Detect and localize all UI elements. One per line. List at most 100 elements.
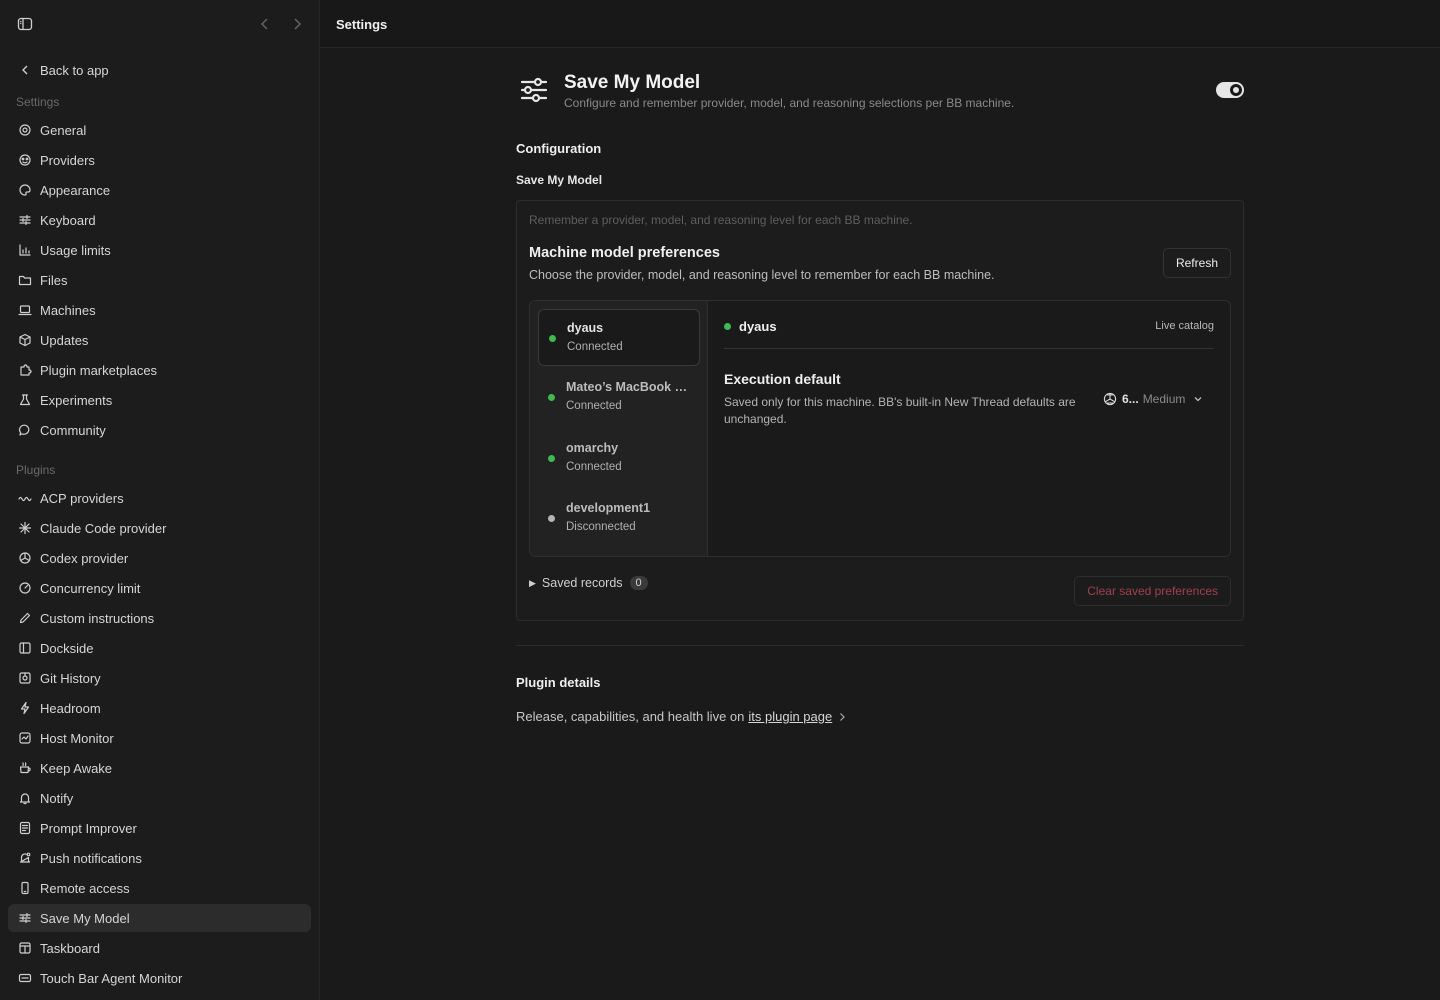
sidebar-item-label: General bbox=[40, 122, 87, 138]
sidebar-item-host-monitor[interactable]: Host Monitor bbox=[8, 724, 311, 752]
plugin-details-heading: Plugin details bbox=[516, 675, 601, 690]
machine-name: development1 bbox=[566, 501, 651, 515]
sidebar-item-providers[interactable]: Providers bbox=[8, 146, 311, 174]
sidebar-item-label: Claude Code provider bbox=[40, 520, 167, 536]
machine-name: omarchy bbox=[566, 441, 619, 455]
sliders-icon bbox=[18, 911, 32, 925]
machine-list-item[interactable]: dyaus Connected bbox=[538, 309, 700, 366]
sidebar-item-label: Dockside bbox=[40, 640, 94, 656]
sidebar-item-updates[interactable]: Updates bbox=[8, 326, 311, 354]
sidebar-item-prompt-improver[interactable]: Prompt Improver bbox=[8, 814, 311, 842]
chevron-down-icon bbox=[1194, 397, 1202, 402]
sidebar-item-dockside[interactable]: Dockside bbox=[8, 634, 311, 662]
sidebar-item-plugin-marketplaces[interactable]: Plugin marketplaces bbox=[8, 356, 311, 384]
sidebar-item-concurrency-limit[interactable]: Concurrency limit bbox=[8, 574, 311, 602]
sidebar-item-machines[interactable]: Machines bbox=[8, 296, 311, 324]
sidebar-item-claude-code-provider[interactable]: Claude Code provider bbox=[8, 514, 311, 542]
live-catalog-label: Live catalog bbox=[1155, 320, 1214, 332]
sidebar-item-remote-access[interactable]: Remote access bbox=[8, 874, 311, 902]
sidebar-item-custom-instructions[interactable]: Custom instructions bbox=[8, 604, 311, 632]
machine-status: Connected bbox=[566, 400, 622, 412]
plugin-page-link[interactable]: its plugin page bbox=[748, 709, 832, 724]
sidebar-item-notify[interactable]: Notify bbox=[8, 784, 311, 812]
section-divider bbox=[516, 645, 1244, 646]
card-hint: Remember a provider, model, and reasonin… bbox=[529, 213, 913, 227]
card-title: Machine model preferences bbox=[529, 245, 720, 261]
execution-default-title: Execution default bbox=[724, 371, 841, 387]
configuration-heading: Configuration bbox=[516, 141, 602, 156]
sidebar-item-push-notifications[interactable]: Push notifications bbox=[8, 844, 311, 872]
sidebar-item-label: Usage limits bbox=[40, 242, 111, 258]
sidebar-item-touch-bar-agent-monitor[interactable]: Touch Bar Agent Monitor bbox=[8, 964, 311, 992]
plugin-details-description: Release, capabilities, and health live o… bbox=[516, 709, 745, 724]
sidebar-item-label: Headroom bbox=[40, 700, 101, 716]
sidebar-item-acp-providers[interactable]: ACP providers bbox=[8, 484, 311, 512]
plugin-enabled-toggle[interactable] bbox=[1216, 82, 1244, 98]
sidebar-item-general[interactable]: General bbox=[8, 116, 311, 144]
sidebar-item-label: Machines bbox=[40, 302, 96, 318]
openai-icon bbox=[18, 551, 32, 565]
sidebar-item-label: Prompt Improver bbox=[40, 820, 137, 836]
sidebar-item-label: Remote access bbox=[40, 880, 130, 896]
sidebar-item-label: Providers bbox=[40, 152, 95, 168]
machine-preferences-card: Remember a provider, model, and reasonin… bbox=[516, 200, 1244, 621]
sidebar-item-codex-provider[interactable]: Codex provider bbox=[8, 544, 311, 572]
sidebar-item-experiments[interactable]: Experiments bbox=[8, 386, 311, 414]
settings-section-heading: Settings bbox=[16, 95, 60, 109]
sidebar-item-label: Files bbox=[40, 272, 68, 288]
main-content: Save My Model Configure and remember pro… bbox=[320, 48, 1440, 1000]
sidebar-item-label: Community bbox=[40, 422, 106, 438]
pen-icon bbox=[18, 611, 32, 625]
model-reasoning-select[interactable]: 6... Medium bbox=[1102, 388, 1214, 410]
top-header: Settings bbox=[320, 0, 1440, 48]
bolt-icon bbox=[18, 701, 32, 715]
machine-status: Connected bbox=[566, 461, 622, 473]
nav-back-icon[interactable] bbox=[258, 16, 272, 32]
sidebar-item-keyboard[interactable]: Keyboard bbox=[8, 206, 311, 234]
sidebar-item-keep-awake[interactable]: Keep Awake bbox=[8, 754, 311, 782]
sidebar-item-headroom[interactable]: Headroom bbox=[8, 694, 311, 722]
machine-list-item[interactable]: Mateo’s MacBook Pro Connected bbox=[538, 369, 700, 426]
laptop-icon bbox=[18, 303, 32, 317]
coffee-icon bbox=[18, 761, 32, 775]
sidebar-item-save-my-model[interactable]: Save My Model bbox=[8, 904, 311, 932]
chevron-right-icon bbox=[840, 712, 846, 721]
sidebar-item-label: Notify bbox=[40, 790, 74, 806]
sidebar-item-usage-limits[interactable]: Usage limits bbox=[8, 236, 311, 264]
sidebar-item-label: Save My Model bbox=[40, 910, 130, 926]
sidebar-item-files[interactable]: Files bbox=[8, 266, 311, 294]
machine-list-item[interactable]: omarchy Connected bbox=[538, 430, 700, 487]
sidebar-item-taskboard[interactable]: Taskboard bbox=[8, 934, 311, 962]
sidebar-item-label: Experiments bbox=[40, 392, 113, 408]
back-to-app-link[interactable]: Back to app bbox=[8, 56, 311, 84]
detail-divider bbox=[724, 348, 1214, 349]
touchbar-icon bbox=[18, 971, 32, 985]
sidebar-item-community[interactable]: Community bbox=[8, 416, 311, 444]
reasoning-label: Medium bbox=[1142, 392, 1186, 406]
sidebar-item-label: Git History bbox=[40, 670, 101, 686]
nav-forward-icon[interactable] bbox=[290, 16, 304, 32]
disclosure-triangle-icon: ▶ bbox=[529, 577, 536, 588]
providers-icon bbox=[18, 153, 32, 167]
sidebar-item-appearance[interactable]: Appearance bbox=[8, 176, 311, 204]
machine-name: dyaus bbox=[567, 321, 604, 335]
clear-saved-preferences-button[interactable]: Clear saved preferences bbox=[1074, 576, 1231, 606]
saved-records-toggle[interactable]: ▶ Saved records 0 bbox=[529, 576, 648, 590]
machines-panel: dyaus Connected Mateo’s MacBook Pro Connect… bbox=[529, 300, 1231, 557]
plugin-header: Save My Model Configure and remember pro… bbox=[516, 72, 1244, 116]
model-label: 6... bbox=[1122, 392, 1139, 406]
machine-status-dot bbox=[548, 515, 555, 522]
chart-icon bbox=[18, 243, 32, 257]
puzzle-icon bbox=[18, 363, 32, 377]
board-icon bbox=[18, 941, 32, 955]
refresh-button[interactable]: Refresh bbox=[1162, 248, 1231, 278]
sidebar-item-label: Touch Bar Agent Monitor bbox=[40, 970, 183, 986]
machine-status-dot bbox=[548, 455, 555, 462]
page-title: Settings bbox=[336, 17, 388, 32]
sidebar-item-label: Custom instructions bbox=[40, 610, 155, 626]
machine-list-item[interactable]: development1 Disconnected bbox=[538, 490, 700, 547]
sidebar-item-git-history[interactable]: Git History bbox=[8, 664, 311, 692]
back-to-app-label: Back to app bbox=[40, 62, 109, 78]
sidebar-item-label: Updates bbox=[40, 332, 89, 348]
sidebar-toggle-icon[interactable] bbox=[17, 16, 33, 32]
